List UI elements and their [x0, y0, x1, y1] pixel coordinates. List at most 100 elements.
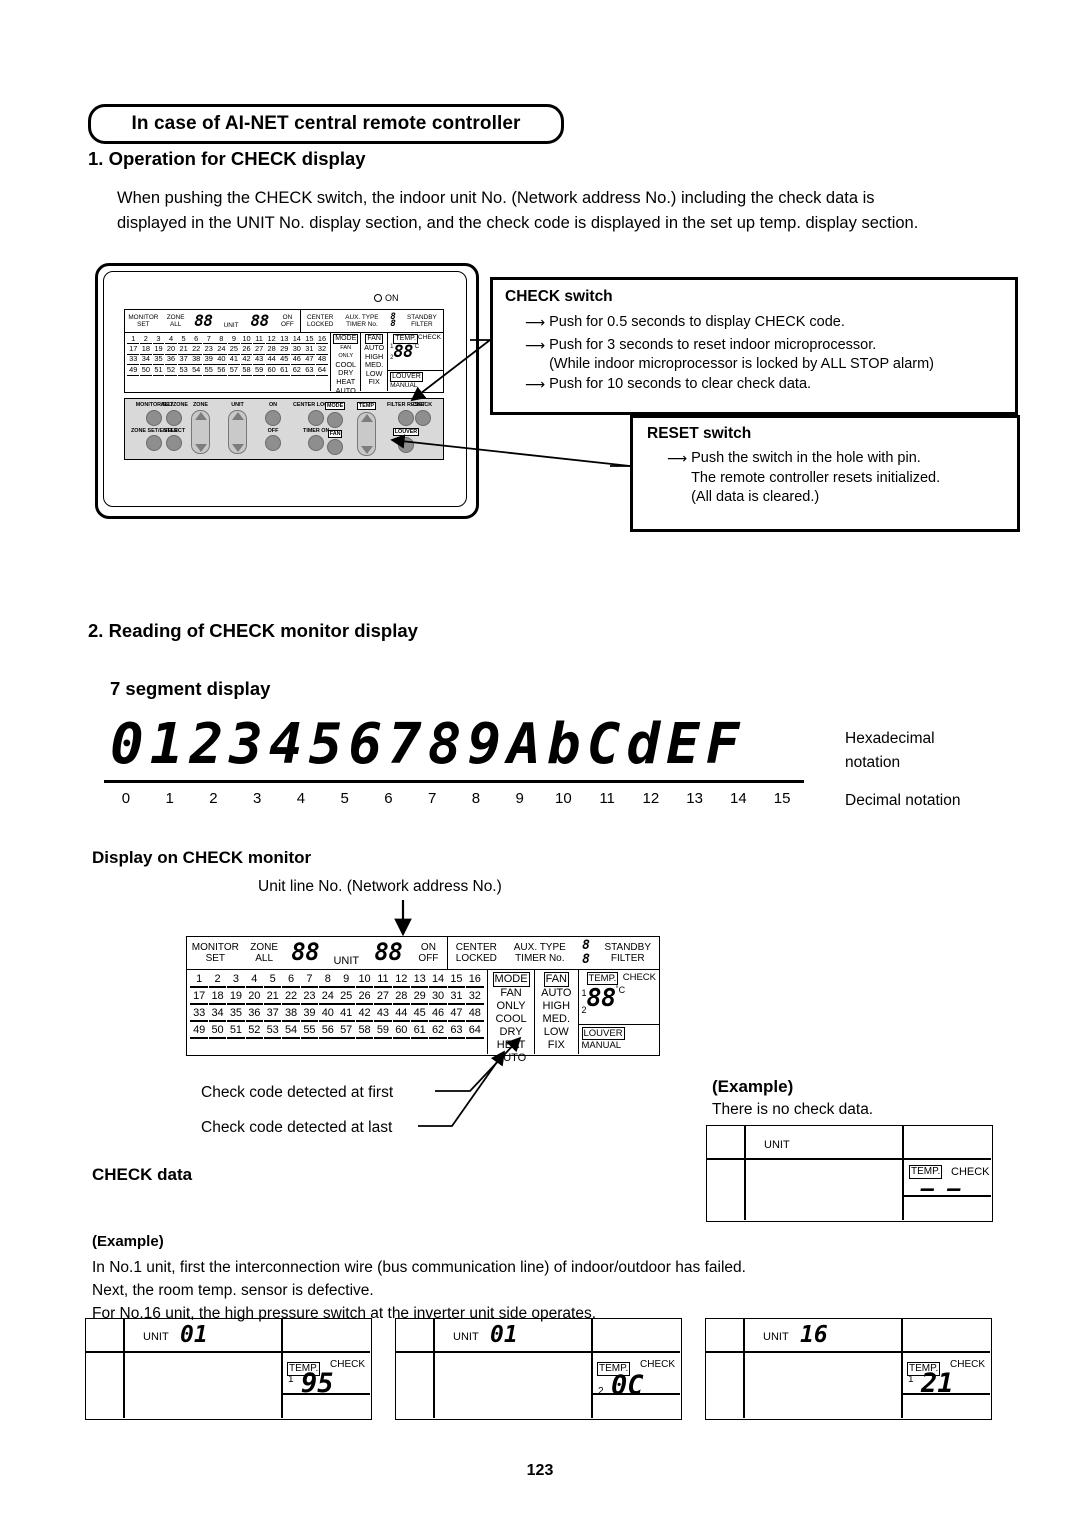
- chevron-up-icon[interactable]: [231, 412, 244, 421]
- panel-unit-value: 01: [490, 1322, 518, 1348]
- lcd-unit-number: 43: [374, 1007, 392, 1022]
- big-lcd-on-off: ON OFF: [410, 937, 447, 969]
- keypad-button-mode[interactable]: [327, 412, 344, 429]
- keypad-label-bottom: FAN: [327, 430, 343, 439]
- keypad-button-monitor-set[interactable]: [146, 410, 163, 427]
- decimal-value: 7: [427, 790, 437, 807]
- lcd-unit-number: 18: [208, 990, 227, 1005]
- check-code-last-label: Check code detected at last: [201, 1119, 393, 1136]
- keypad-button-check[interactable]: [414, 410, 431, 427]
- example-no-data-text: There is no check data.: [712, 1101, 874, 1118]
- lcd-unit-number: 64: [316, 364, 328, 376]
- keypad-button-louver[interactable]: [397, 437, 414, 454]
- lcd-aux-type-label: AUX. TYPE: [345, 313, 379, 321]
- keypad-label-top: ZONE: [193, 402, 208, 408]
- lcd-unit-number: 16: [316, 333, 328, 345]
- keypad-button-zone-set-enter[interactable]: [146, 435, 163, 452]
- lcd-filter-label: FILTER: [411, 321, 433, 328]
- keypad-button-timer-on[interactable]: [308, 435, 325, 452]
- keypad-button-fan[interactable]: [327, 439, 344, 456]
- chevron-down-icon[interactable]: [194, 444, 207, 453]
- panel-unit-label: UNIT: [453, 1331, 479, 1343]
- panel-check-label: CHECK: [330, 1359, 366, 1370]
- chevron-down-icon[interactable]: [360, 446, 373, 455]
- check-arrow-1-icon: ⟶: [525, 314, 546, 330]
- controller-keypad: MONITOR/SET ZONE SET/ENTER ALL/ZONE SELECT Z…: [124, 398, 444, 460]
- lcd-locked-label: LOCKED: [307, 321, 334, 328]
- seven-segment-char: E: [666, 712, 706, 777]
- lcd-unit-number: 19: [227, 990, 245, 1005]
- lcd-unit-number: 21: [177, 343, 190, 355]
- decimal-value: 10: [555, 790, 572, 807]
- lcd-unit-number: 45: [410, 1007, 429, 1022]
- chevron-down-icon[interactable]: [231, 444, 244, 453]
- keypad-label-top: CHECK: [413, 402, 433, 408]
- keypad-button-on[interactable]: [265, 410, 281, 427]
- chevron-up-icon[interactable]: [360, 414, 373, 423]
- page-number: 123: [526, 1462, 554, 1479]
- check-data-heading: CHECK data: [92, 1165, 193, 1184]
- lcd-unit-number: 53: [177, 364, 190, 376]
- lcd-unit-number: 37: [263, 1007, 282, 1022]
- keypad-updown-temp[interactable]: [357, 412, 376, 457]
- lcd-temp-digits: 88: [393, 342, 413, 362]
- lcd-mode-option: MODE: [333, 334, 359, 344]
- seven-segment-char: 7: [388, 712, 428, 777]
- lcd-unit-digits: 88: [250, 311, 270, 331]
- seven-segment-char: d: [626, 712, 667, 777]
- lcd-unit-number: 33: [190, 1007, 208, 1022]
- lcd-mode-option: AUTO: [541, 987, 572, 999]
- lcd-unit-number: 38: [190, 354, 203, 366]
- seven-segment-char: A: [507, 712, 547, 777]
- lcd-unit-number: 34: [139, 354, 152, 366]
- big-lcd-center-label: CENTER: [455, 942, 497, 953]
- seven-segment-char: 4: [268, 712, 309, 777]
- keypad-updown-unit[interactable]: [228, 410, 247, 455]
- lcd-mode-option: DRY: [499, 1026, 523, 1038]
- keypad-button-center-locked[interactable]: [308, 410, 325, 427]
- lcd-aux-timer: AUX. TYPE TIMER No.: [339, 310, 385, 332]
- lcd-mode-column: MODE FAN ONLY COOL DRY HEAT AUTO: [330, 333, 360, 394]
- panel-divider-h: [85, 1351, 370, 1353]
- lcd-unit-number: 25: [228, 343, 240, 355]
- big-lcd-unit-label: UNIT: [333, 954, 360, 967]
- on-led-indicator: ON: [374, 293, 399, 303]
- lcd-unit-number: 62: [290, 364, 303, 376]
- lcd-unit-number: 57: [228, 364, 240, 376]
- keypad-column-3: UNIT: [228, 402, 247, 455]
- lcd-unit-number: 34: [208, 1007, 227, 1022]
- lcd-unit-number: 52: [165, 364, 177, 376]
- panel-divider-h: [705, 1351, 990, 1353]
- keypad-label-bottom: SELECT: [163, 428, 186, 435]
- keypad-updown-zone[interactable]: [191, 410, 210, 455]
- keypad-button-select[interactable]: [166, 435, 183, 452]
- lcd-unit-number: 1: [190, 973, 208, 988]
- keypad-button-all-zone[interactable]: [166, 410, 183, 427]
- lcd-unit-number: 24: [319, 990, 337, 1005]
- reset-switch-line-2: The remote controller resets initialized…: [691, 469, 941, 486]
- lcd-unit-number: 48: [316, 354, 328, 366]
- lcd-unit-number: 41: [228, 354, 240, 366]
- keypad-button-off[interactable]: [265, 435, 281, 452]
- lcd-unit-number: 46: [290, 354, 303, 366]
- lcd-mode-option: FAN ONLY: [338, 345, 354, 360]
- lcd-unit-number: 11: [253, 334, 265, 345]
- keypad-button-filter-reset[interactable]: [397, 410, 414, 427]
- big-lcd-manual-label: MANUAL: [581, 1040, 622, 1051]
- keypad-label-top: ON: [268, 402, 278, 408]
- reset-switch-callout: RESET switch ⟶ Push the switch in the ho…: [630, 415, 1020, 532]
- lcd-unit-number: 50: [139, 364, 152, 376]
- lcd-unit-number: 10: [355, 973, 374, 988]
- big-lcd-all-label: ALL: [255, 953, 274, 964]
- section-1-heading: 1. Operation for CHECK display: [88, 148, 366, 169]
- lcd-unit-number: 51: [152, 364, 165, 376]
- lcd-unit-number: 54: [282, 1024, 300, 1039]
- panel-unit-value: 16: [800, 1322, 828, 1348]
- lcd-unit-number: 29: [410, 990, 429, 1005]
- big-lcd-locked-label: LOCKED: [455, 953, 497, 964]
- lcd-unit-number: 24: [215, 343, 228, 355]
- lcd-unit-number: 38: [282, 1007, 300, 1022]
- chevron-up-icon[interactable]: [194, 412, 207, 421]
- lcd-unit-number: 32: [466, 990, 484, 1005]
- lcd-unit-number: 55: [202, 364, 215, 376]
